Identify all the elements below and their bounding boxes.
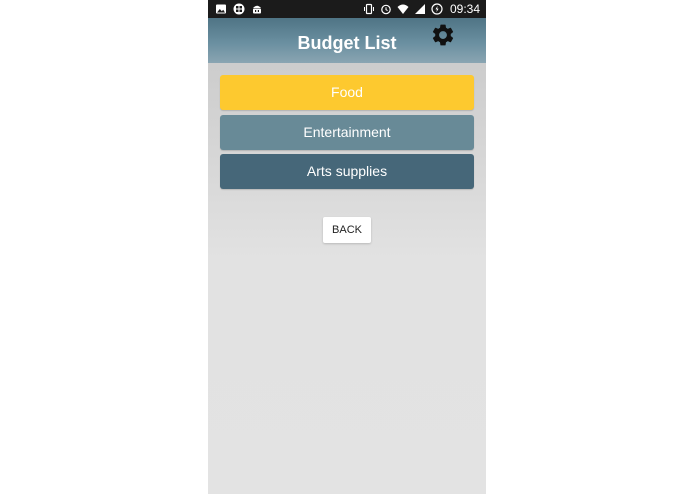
wifi-icon bbox=[397, 4, 409, 14]
status-time: 09:34 bbox=[449, 2, 480, 16]
status-bar-system: 09:34 bbox=[363, 2, 480, 16]
signal-icon bbox=[414, 4, 425, 14]
app-bar: Budget List bbox=[208, 18, 486, 63]
budget-item-entertainment[interactable]: Entertainment bbox=[220, 115, 474, 150]
phone-screen: 09:34 Budget List Food Entertainment Art… bbox=[208, 0, 486, 494]
budget-item-arts-supplies[interactable]: Arts supplies bbox=[220, 154, 474, 189]
alarm-icon bbox=[381, 4, 391, 15]
app-icon bbox=[233, 3, 245, 15]
status-bar: 09:34 bbox=[208, 0, 486, 18]
image-icon bbox=[216, 4, 226, 14]
back-button[interactable]: BACK bbox=[323, 217, 371, 243]
gear-icon[interactable] bbox=[430, 22, 456, 48]
android-icon bbox=[253, 5, 261, 14]
vibrate-icon bbox=[363, 3, 374, 15]
budget-item-food[interactable]: Food bbox=[220, 75, 474, 110]
battery-icon bbox=[431, 3, 443, 15]
status-bar-notifications bbox=[215, 3, 263, 15]
